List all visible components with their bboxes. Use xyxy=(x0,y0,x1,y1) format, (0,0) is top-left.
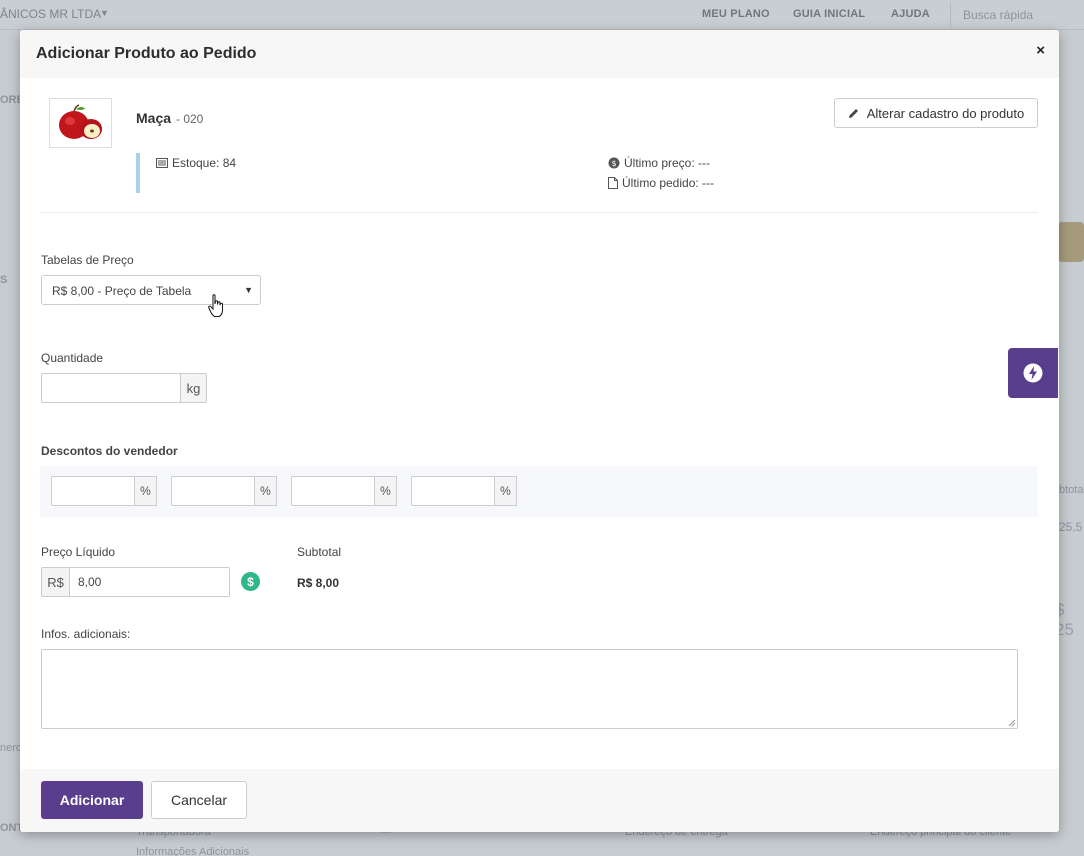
cancel-button[interactable]: Cancelar xyxy=(151,781,247,819)
last-order-info: Último pedido: --- xyxy=(608,176,714,190)
quick-action-tab[interactable] xyxy=(1008,348,1058,398)
stock-info-bar xyxy=(136,153,140,193)
stock-text: Estoque: 84 xyxy=(172,156,237,170)
nav-meu-plano[interactable]: MEU PLANO xyxy=(702,8,770,20)
discount-field-2: % xyxy=(171,476,277,506)
percent-addon-3: % xyxy=(375,476,397,506)
discount-input-1[interactable] xyxy=(51,476,135,506)
nav-ajuda[interactable]: AJUDA xyxy=(891,8,930,20)
section-divider xyxy=(40,212,1038,213)
apple-image xyxy=(59,104,102,139)
bg-product-image xyxy=(1058,222,1084,262)
percent-addon-2: % xyxy=(255,476,277,506)
currency-addon: R$ xyxy=(41,567,69,597)
price-table-select[interactable]: R$ 8,00 - Preço de Tabela ▼ xyxy=(41,275,261,305)
edit-product-label: Alterar cadastro do produto xyxy=(866,105,1025,121)
percent-addon-1: % xyxy=(135,476,157,506)
bg-fragment: btota xyxy=(1059,484,1084,496)
dollar-circle-icon: $ xyxy=(608,157,620,169)
discount-field-1: % xyxy=(51,476,157,506)
bg-fragment: nero xyxy=(0,742,23,754)
price-table-label: Tabelas de Preço xyxy=(41,253,134,267)
lightning-icon xyxy=(1023,363,1043,383)
quantity-group: kg xyxy=(41,373,207,403)
discount-field-4: % xyxy=(411,476,517,506)
chevron-down-icon: ▼ xyxy=(244,285,253,295)
price-table-value: R$ 8,00 - Preço de Tabela xyxy=(52,284,192,298)
add-button[interactable]: Adicionar xyxy=(41,781,143,819)
quick-search-input[interactable]: Busca rápida xyxy=(950,3,1060,27)
svg-text:$: $ xyxy=(611,159,616,168)
subtotal-label: Subtotal xyxy=(297,545,342,559)
product-name: Maça xyxy=(136,110,172,126)
discount-input-2[interactable] xyxy=(171,476,255,506)
list-icon xyxy=(156,158,168,168)
last-price-info: $ Último preço: --- xyxy=(608,156,710,170)
bg-fragment: $ 25 xyxy=(1055,600,1074,639)
discount-input-3[interactable] xyxy=(291,476,375,506)
discount-field-3: % xyxy=(291,476,397,506)
edit-product-button[interactable]: Alterar cadastro do produto xyxy=(834,98,1038,128)
modal-title: Adicionar Produto ao Pedido xyxy=(36,45,257,62)
hand-cursor-icon xyxy=(208,294,223,317)
quantity-input[interactable] xyxy=(41,373,181,403)
pencil-icon xyxy=(848,108,858,118)
bg-fragment: S xyxy=(0,274,8,286)
background-topbar: ÂNICOS MR LTDA ▼ MEU PLANO GUIA INICIAL … xyxy=(0,0,1084,30)
discount-input-4[interactable] xyxy=(411,476,495,506)
net-price-label: Preço Líquido xyxy=(41,545,116,559)
net-price-input[interactable] xyxy=(69,567,230,597)
resize-grip-icon[interactable] xyxy=(1007,718,1016,727)
bg-fragment: 25,5 xyxy=(1059,520,1083,534)
last-price-text: Último preço: --- xyxy=(624,156,711,170)
company-caret-icon: ▼ xyxy=(100,8,109,18)
last-order-text: Último pedido: --- xyxy=(622,176,715,190)
product-image xyxy=(49,98,112,148)
document-icon xyxy=(608,177,618,189)
percent-addon-4: % xyxy=(495,476,517,506)
notes-textarea[interactable] xyxy=(41,649,1018,729)
money-icon[interactable]: $ xyxy=(241,572,260,591)
notes-label: Infos. adicionais: xyxy=(41,627,131,641)
net-price-group: R$ xyxy=(41,567,230,597)
subtotal-value: R$ 8,00 xyxy=(297,576,340,590)
discounts-label: Descontos do vendedor xyxy=(41,444,178,458)
discounts-panel: % % % % xyxy=(40,466,1038,517)
close-icon[interactable]: × xyxy=(1036,42,1045,59)
stock-info: Estoque: 84 xyxy=(156,156,236,170)
add-product-modal: Adicionar Produto ao Pedido × Maça - 020… xyxy=(20,30,1059,832)
quantity-label: Quantidade xyxy=(41,351,104,365)
quantity-unit: kg xyxy=(181,373,207,403)
bg-fragment: Informações Adicionais xyxy=(136,846,250,856)
product-code: - 020 xyxy=(176,112,204,126)
nav-guia-inicial[interactable]: GUIA INICIAL xyxy=(793,8,865,20)
company-name: ÂNICOS MR LTDA xyxy=(0,7,102,21)
modal-header: Adicionar Produto ao Pedido × xyxy=(20,30,1059,78)
